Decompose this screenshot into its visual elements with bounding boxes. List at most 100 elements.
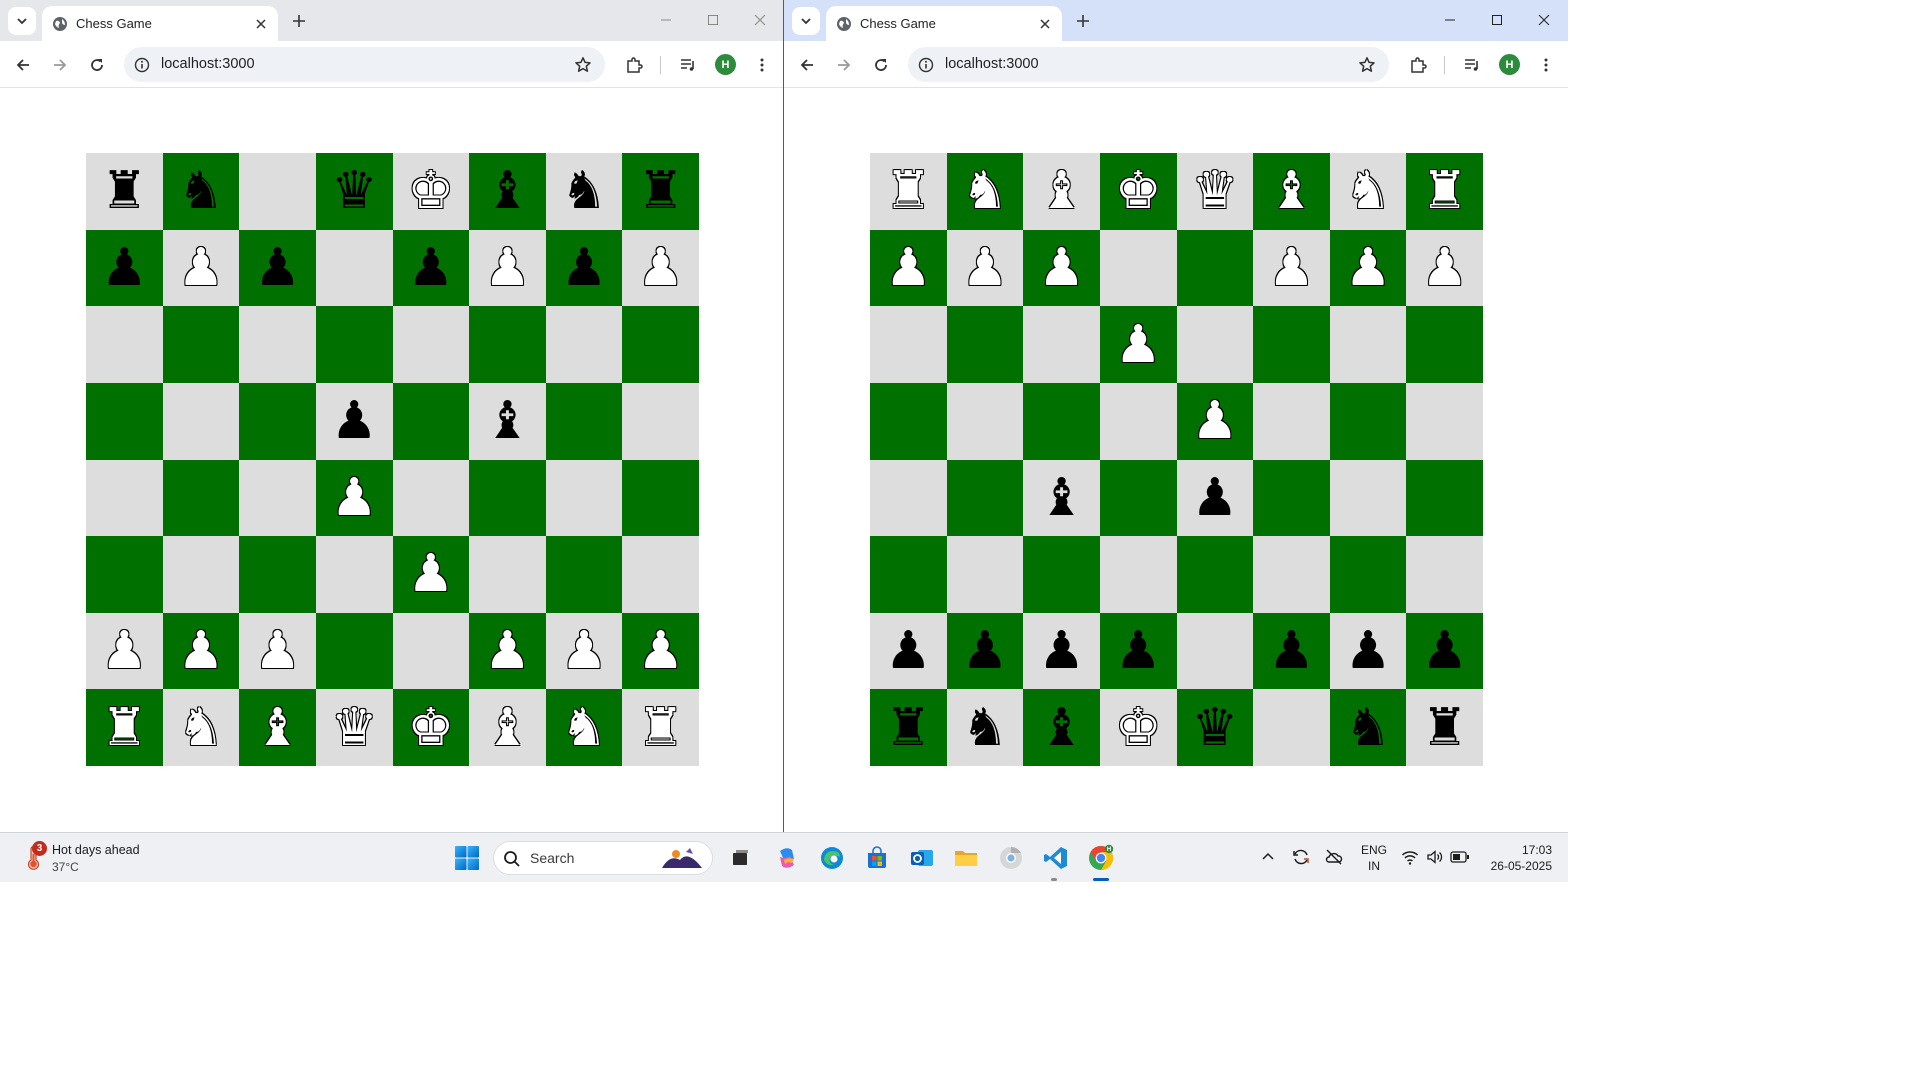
square-h3[interactable] — [622, 536, 699, 613]
tab-close-icon[interactable] — [250, 13, 272, 35]
square-b3[interactable] — [946, 536, 1024, 613]
square-f1[interactable] — [1253, 689, 1330, 766]
square-g6[interactable] — [545, 306, 623, 383]
square-e2[interactable] — [1176, 612, 1254, 690]
square-a5[interactable] — [86, 382, 163, 460]
square-e7[interactable]: ♟ — [392, 229, 470, 307]
black-knight-icon[interactable]: ♞ — [1345, 702, 1392, 754]
square-e6[interactable] — [1176, 306, 1254, 383]
white-pawn-icon[interactable]: ♟ — [561, 625, 608, 677]
black-pawn-icon[interactable]: ♟ — [254, 242, 301, 294]
square-h6[interactable] — [1406, 306, 1483, 383]
square-g5[interactable] — [545, 382, 623, 460]
white-rook-icon[interactable]: ♜ — [101, 702, 148, 754]
square-c2[interactable]: ♟ — [1023, 612, 1100, 690]
black-rook-icon[interactable]: ♜ — [1421, 702, 1468, 754]
square-a7[interactable]: ♟ — [86, 229, 163, 307]
profile-avatar[interactable]: H — [1499, 54, 1520, 75]
square-a3[interactable] — [86, 536, 163, 613]
square-f1[interactable]: ♝ — [469, 689, 546, 766]
menu-button[interactable] — [748, 51, 776, 79]
square-h5[interactable] — [1406, 382, 1483, 460]
white-rook-icon[interactable]: ♜ — [637, 702, 684, 754]
sync-tray-button[interactable] — [1289, 845, 1313, 869]
white-queen-icon[interactable]: ♛ — [331, 702, 378, 754]
square-h8[interactable]: ♜ — [1406, 153, 1483, 230]
square-e4[interactable]: ♟ — [1176, 459, 1254, 537]
square-b2[interactable]: ♟ — [162, 612, 240, 690]
white-pawn-icon[interactable]: ♟ — [178, 625, 225, 677]
white-pawn-icon[interactable]: ♟ — [1115, 319, 1162, 371]
square-e1[interactable]: ♚ — [392, 689, 470, 766]
extensions-button[interactable] — [620, 51, 648, 79]
square-e1[interactable]: ♛ — [1176, 689, 1254, 766]
black-queen-icon[interactable]: ♛ — [331, 165, 378, 217]
white-pawn-icon[interactable]: ♟ — [484, 625, 531, 677]
black-bishop-icon[interactable]: ♝ — [484, 165, 531, 217]
input-language[interactable]: ENG IN — [1358, 842, 1390, 874]
square-g2[interactable]: ♟ — [1329, 612, 1407, 690]
square-b5[interactable] — [162, 382, 240, 460]
weather-widget[interactable]: 3 Hot days ahead 37°C — [18, 841, 178, 877]
square-h8[interactable]: ♜ — [622, 153, 699, 230]
new-tab-button[interactable] — [1072, 10, 1094, 32]
tab-close-icon[interactable] — [1034, 13, 1056, 35]
square-c8[interactable] — [239, 153, 316, 230]
white-king-icon[interactable]: ♚ — [1115, 165, 1162, 217]
square-b3[interactable] — [162, 536, 240, 613]
white-king-icon[interactable]: ♚ — [1115, 702, 1162, 754]
black-rook-icon[interactable]: ♜ — [885, 702, 932, 754]
clock[interactable]: 17:03 26-05-2025 — [1470, 842, 1552, 874]
square-b4[interactable] — [946, 459, 1024, 537]
square-e4[interactable] — [392, 459, 470, 537]
square-c6[interactable] — [239, 306, 316, 383]
white-pawn-icon[interactable]: ♟ — [331, 472, 378, 524]
media-controls-button[interactable] — [674, 51, 702, 79]
square-a3[interactable] — [870, 536, 947, 613]
close-window-button[interactable] — [1521, 4, 1567, 36]
media-controls-button[interactable] — [1458, 51, 1486, 79]
white-pawn-icon[interactable]: ♟ — [484, 242, 531, 294]
square-h1[interactable]: ♜ — [1406, 689, 1483, 766]
ms-store-button[interactable] — [862, 843, 892, 873]
forward-button[interactable] — [830, 51, 858, 79]
square-a2[interactable]: ♟ — [86, 612, 163, 690]
bookmark-star-icon[interactable] — [1357, 55, 1377, 75]
white-pawn-icon[interactable]: ♟ — [1038, 242, 1085, 294]
menu-button[interactable] — [1532, 51, 1560, 79]
black-rook-icon[interactable]: ♜ — [101, 165, 148, 217]
chrome-canary-button[interactable] — [996, 843, 1026, 873]
square-b8[interactable]: ♞ — [946, 153, 1024, 230]
square-f5[interactable] — [1253, 382, 1330, 460]
square-g3[interactable] — [1329, 536, 1407, 613]
white-pawn-icon[interactable]: ♟ — [962, 242, 1009, 294]
square-e5[interactable]: ♟ — [1176, 382, 1254, 460]
square-h4[interactable] — [1406, 459, 1483, 537]
square-d4[interactable]: ♟ — [315, 459, 393, 537]
square-g8[interactable]: ♞ — [545, 153, 623, 230]
square-e3[interactable] — [1176, 536, 1254, 613]
square-c4[interactable] — [239, 459, 316, 537]
tab-chess-game[interactable]: Chess Game — [42, 6, 278, 41]
white-king-icon[interactable]: ♚ — [408, 165, 455, 217]
white-pawn-icon[interactable]: ♟ — [254, 625, 301, 677]
black-pawn-icon[interactable]: ♟ — [1345, 625, 1392, 677]
square-g7[interactable]: ♟ — [1329, 229, 1407, 307]
square-c7[interactable]: ♟ — [1023, 229, 1100, 307]
white-knight-icon[interactable]: ♞ — [1345, 165, 1392, 217]
white-queen-icon[interactable]: ♛ — [1192, 165, 1239, 217]
square-e8[interactable]: ♛ — [1176, 153, 1254, 230]
square-d8[interactable]: ♛ — [315, 153, 393, 230]
black-knight-icon[interactable]: ♞ — [962, 702, 1009, 754]
square-f8[interactable]: ♝ — [1253, 153, 1330, 230]
site-info-icon[interactable] — [132, 55, 152, 75]
black-knight-icon[interactable]: ♞ — [561, 165, 608, 217]
square-d6[interactable] — [315, 306, 393, 383]
forward-button[interactable] — [46, 51, 74, 79]
chrome-button[interactable]: H — [1086, 843, 1116, 873]
tab-chess-game[interactable]: Chess Game — [826, 6, 1062, 41]
square-b5[interactable] — [946, 382, 1024, 460]
site-info-icon[interactable] — [916, 55, 936, 75]
white-rook-icon[interactable]: ♜ — [1421, 165, 1468, 217]
black-pawn-icon[interactable]: ♟ — [962, 625, 1009, 677]
